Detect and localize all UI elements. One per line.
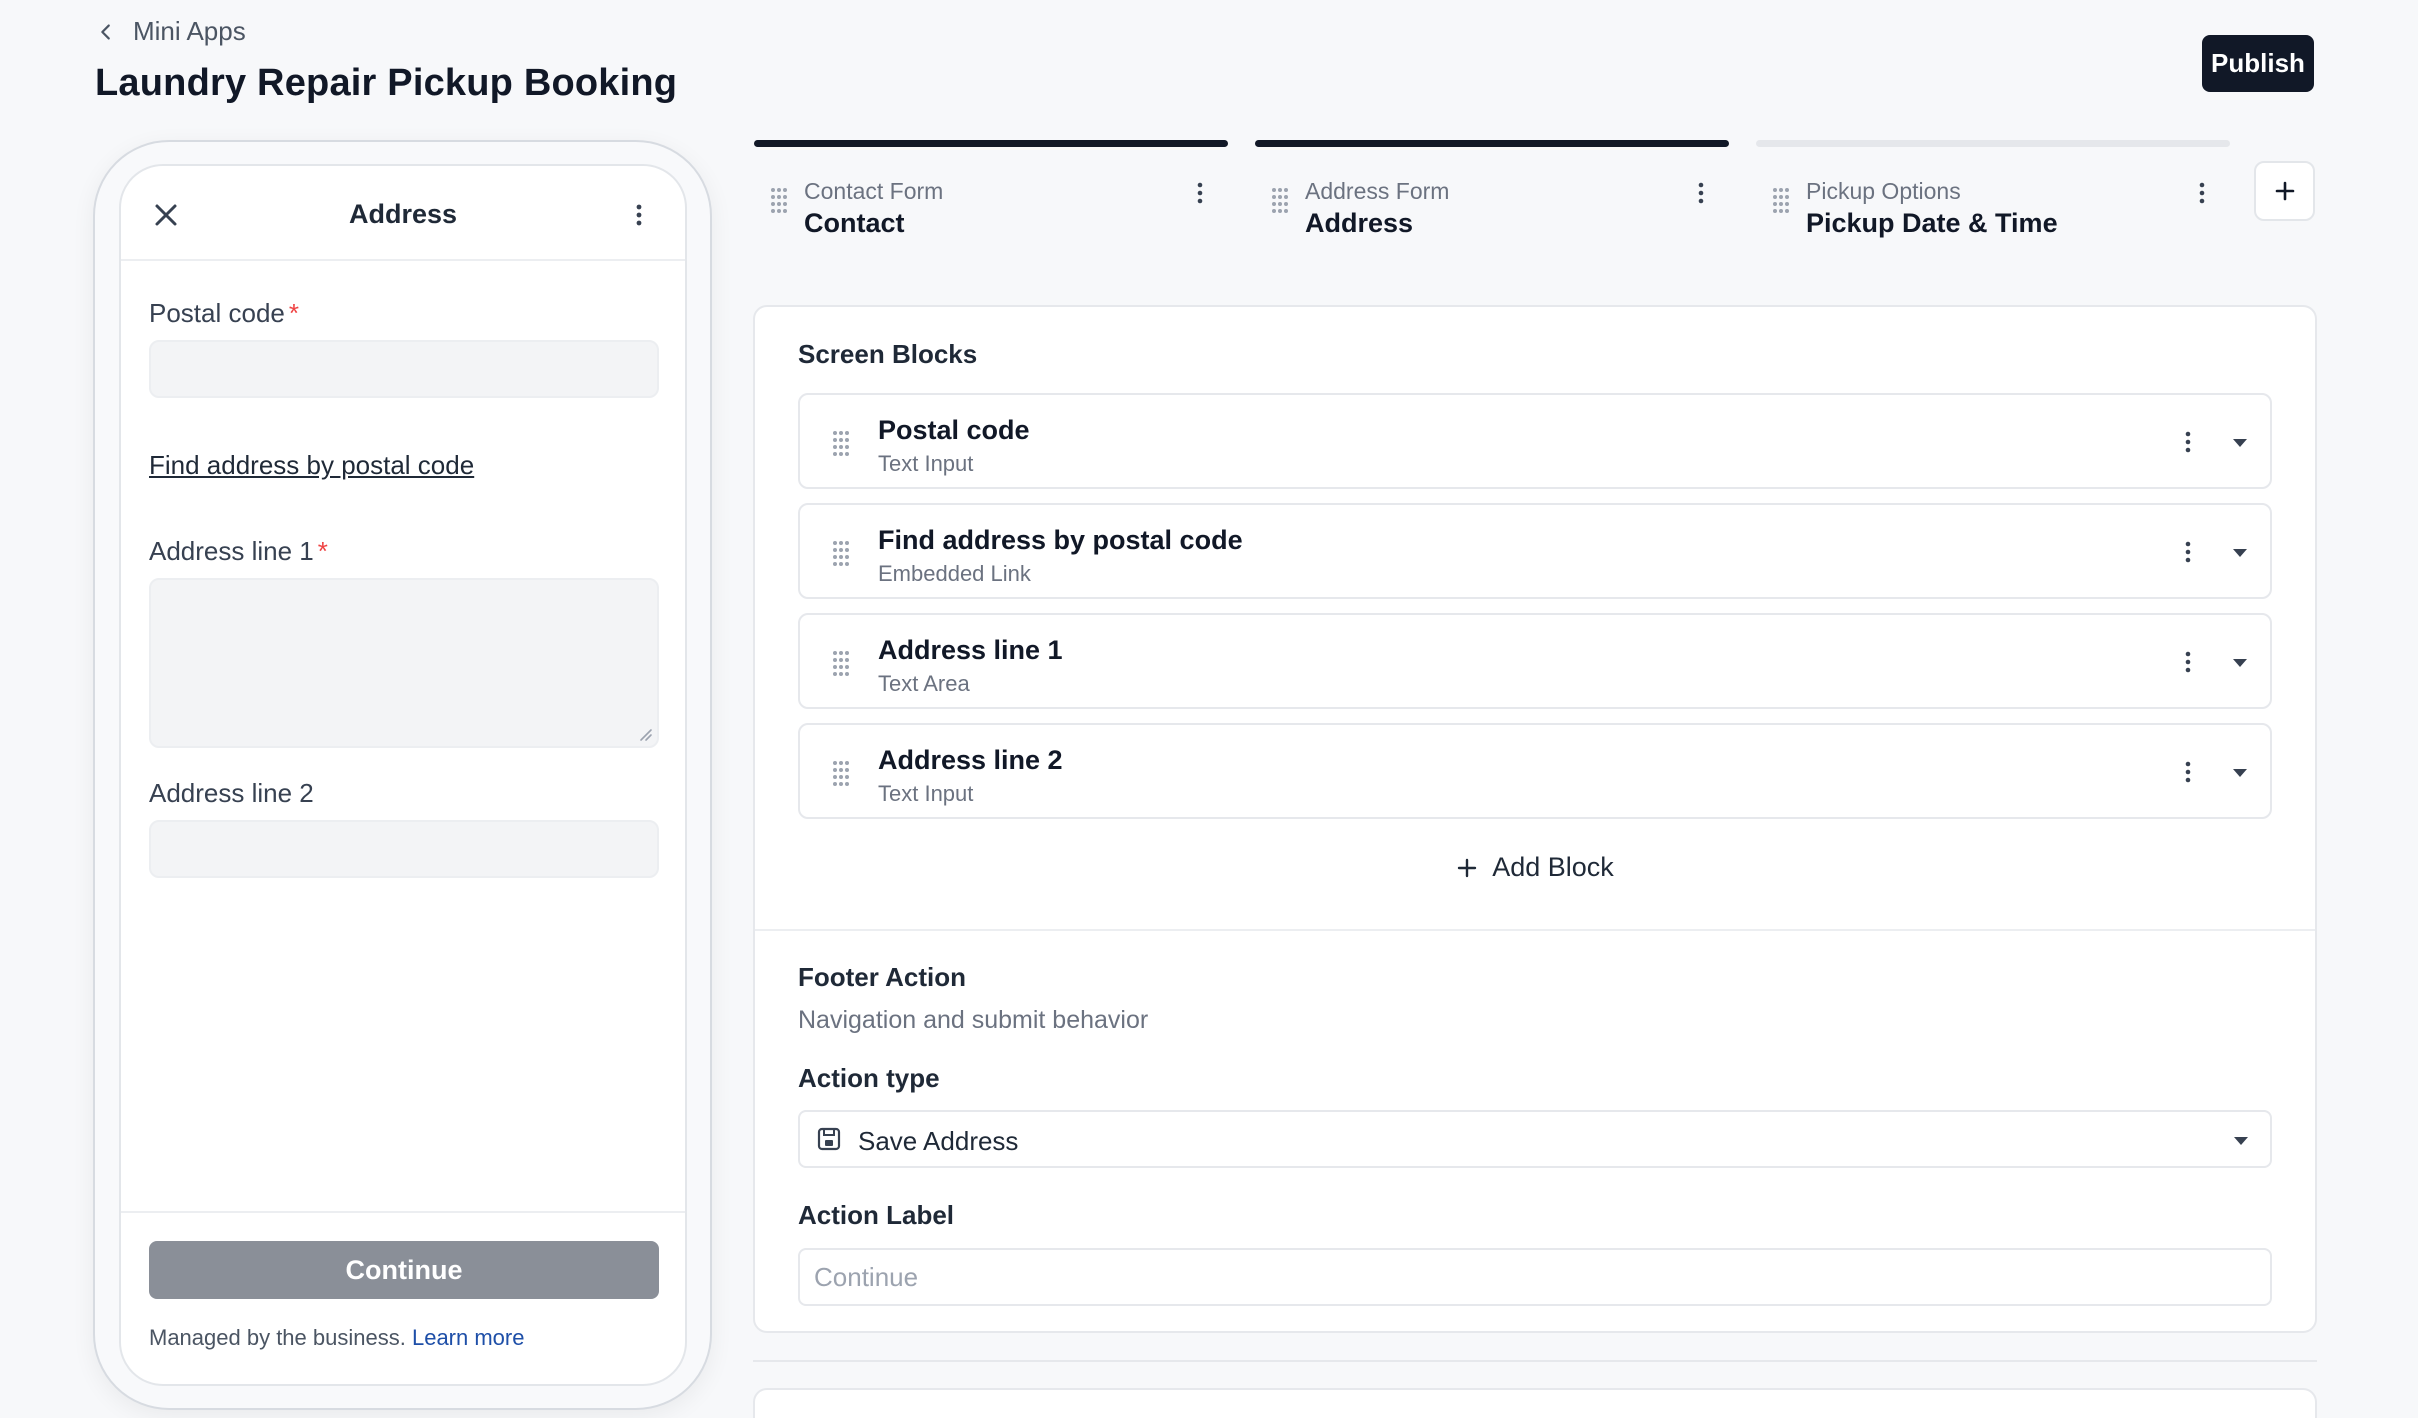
address-line-1-label: Address line 1 * xyxy=(149,536,328,567)
block-item[interactable]: Address line 1 Text Area xyxy=(798,613,2272,709)
drag-handle-icon[interactable] xyxy=(768,186,788,214)
more-vertical-icon[interactable] xyxy=(1192,180,1208,206)
required-marker: * xyxy=(288,298,299,328)
action-type-label: Action type xyxy=(798,1063,940,1093)
block-type: Text Input xyxy=(878,781,974,806)
save-icon xyxy=(817,1127,841,1151)
plus-icon xyxy=(2275,181,2294,201)
action-label-title: Action Label xyxy=(798,1200,955,1230)
block-title: Address line 2 xyxy=(878,745,1063,775)
address-line-2-label: Address line 2 xyxy=(149,778,314,808)
caret-down-icon[interactable] xyxy=(2230,767,2250,779)
drag-handle-icon[interactable] xyxy=(830,539,850,567)
add-screen-button[interactable] xyxy=(2254,161,2315,221)
plus-icon xyxy=(1458,858,1477,877)
action-label-input[interactable] xyxy=(798,1248,2272,1306)
more-vertical-icon[interactable] xyxy=(2180,759,2196,785)
continue-button[interactable]: Continue xyxy=(149,1241,659,1299)
block-title: Postal code xyxy=(878,415,1030,445)
tab-type: Contact Form xyxy=(804,178,944,204)
tab-title: Contact xyxy=(804,208,905,238)
postal-code-label-text: Postal code xyxy=(149,298,285,328)
back-link-label: Mini Apps xyxy=(133,16,246,46)
drag-handle-icon[interactable] xyxy=(1770,186,1790,214)
more-vertical-icon[interactable] xyxy=(2194,180,2210,206)
block-item[interactable]: Postal code Text Input xyxy=(798,393,2272,489)
managed-note: Managed by the business. Learn more xyxy=(149,1325,524,1351)
tab-indicator xyxy=(1756,140,2230,147)
block-title: Address line 1 xyxy=(878,635,1063,665)
tab-title: Address xyxy=(1305,208,1414,238)
phone-screen: Address Postal code * Find address by pos… xyxy=(119,164,687,1386)
tab-indicator xyxy=(754,140,1228,147)
screen-blocks-title: Screen Blocks xyxy=(798,339,978,369)
phone-screen-title: Address xyxy=(348,199,458,229)
block-item[interactable]: Find address by postal code Embedded Lin… xyxy=(798,503,2272,599)
add-block-label: Add Block xyxy=(1492,852,1614,882)
drag-handle-icon[interactable] xyxy=(830,759,850,787)
more-vertical-icon[interactable] xyxy=(2180,539,2196,565)
tab-title: Pickup Date & Time xyxy=(1806,208,2058,238)
tab-type: Pickup Options xyxy=(1806,178,1961,204)
caret-down-icon[interactable] xyxy=(2230,437,2250,449)
next-section-card xyxy=(753,1388,2317,1418)
phone-footer: Continue Managed by the business. Learn … xyxy=(121,1211,685,1384)
address-line-2-input[interactable] xyxy=(149,820,659,878)
drag-handle-icon[interactable] xyxy=(830,649,850,677)
caret-down-icon[interactable] xyxy=(2230,547,2250,559)
drag-handle-icon[interactable] xyxy=(830,429,850,457)
address-line-1-label-text: Address line 1 xyxy=(149,536,314,566)
postal-code-input[interactable] xyxy=(149,340,659,398)
back-link[interactable]: Mini Apps xyxy=(95,16,246,47)
postal-code-label: Postal code * xyxy=(149,298,299,329)
block-title: Find address by postal code xyxy=(878,525,1243,555)
required-marker: * xyxy=(317,536,328,566)
drag-handle-icon[interactable] xyxy=(1269,186,1289,214)
block-item[interactable]: Address line 2 Text Input xyxy=(798,723,2272,819)
more-vertical-icon[interactable] xyxy=(1693,180,1709,206)
more-vertical-icon[interactable] xyxy=(629,202,649,228)
caret-down-icon[interactable] xyxy=(2230,657,2250,669)
caret-down-icon xyxy=(2234,1137,2248,1145)
address-line-1-textarea[interactable] xyxy=(149,578,659,748)
learn-more-link[interactable]: Learn more xyxy=(412,1325,525,1350)
publish-button[interactable]: Publish xyxy=(2202,35,2314,92)
tab-type: Address Form xyxy=(1305,178,1450,204)
find-address-link[interactable]: Find address by postal code xyxy=(149,450,474,481)
more-vertical-icon[interactable] xyxy=(2180,649,2196,675)
chevron-left-icon xyxy=(101,23,110,40)
managed-text: Managed by the business. xyxy=(149,1325,406,1350)
more-vertical-icon[interactable] xyxy=(2180,429,2196,455)
tab-address[interactable]: Address Form Address xyxy=(1255,140,1729,250)
block-type: Text Area xyxy=(878,671,970,696)
footer-action-subtitle: Navigation and submit behavior xyxy=(798,1006,1149,1034)
tab-pickup-options[interactable]: Pickup Options Pickup Date & Time xyxy=(1756,140,2230,250)
footer-action-title: Footer Action xyxy=(798,962,967,992)
block-type: Embedded Link xyxy=(878,561,1031,586)
section-divider xyxy=(755,929,2315,931)
block-type: Text Input xyxy=(878,451,974,476)
page-title: Laundry Repair Pickup Booking xyxy=(95,62,678,104)
screen-editor-card: Screen Blocks Postal code Text Input Fin… xyxy=(753,305,2317,1333)
phone-header: Address xyxy=(121,166,685,261)
add-block-button[interactable]: Add Block xyxy=(755,852,2315,883)
page-divider xyxy=(753,1360,2317,1362)
resize-handle-icon[interactable] xyxy=(637,726,653,742)
action-type-select[interactable]: Save Address xyxy=(798,1110,2272,1168)
action-type-value: Save Address xyxy=(858,1126,1019,1156)
tab-contact[interactable]: Contact Form Contact xyxy=(754,140,1228,250)
tab-indicator xyxy=(1255,140,1729,147)
